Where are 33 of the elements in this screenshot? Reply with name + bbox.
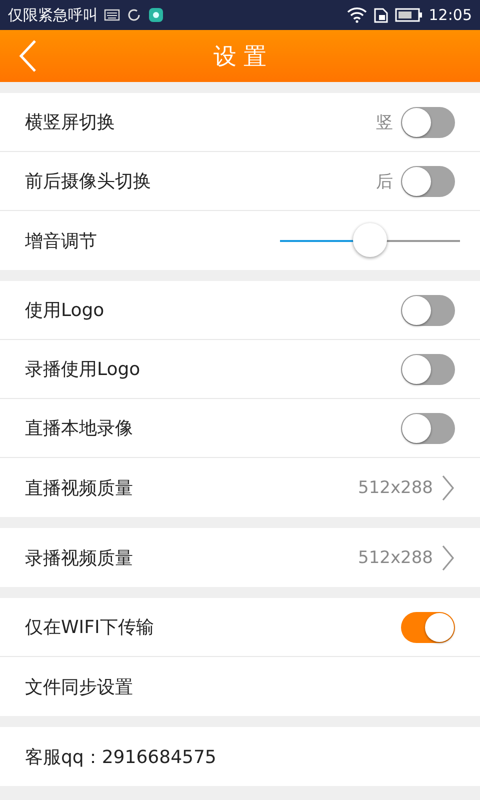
setting-label: 前后摄像头切换 <box>25 170 152 193</box>
toggle-switch[interactable] <box>401 354 455 384</box>
sim-card-icon <box>372 7 389 23</box>
sync-icon <box>126 7 142 23</box>
setting-label[interactable]: 文件同步设置 <box>25 674 455 698</box>
volume-slider[interactable] <box>280 222 460 258</box>
setting-label: 仅在WIFI下传输 <box>25 616 155 639</box>
chevron-icon <box>441 544 455 570</box>
setting-label: 直播视频质量 <box>25 476 134 500</box>
page-title: 设 置 <box>213 44 267 70</box>
toggle-switch[interactable] <box>401 294 455 326</box>
setting-label: 增音调节 <box>25 230 98 252</box>
carrier-text: 仅限紧急呼叫 <box>8 6 98 24</box>
toggle-value: 竖 <box>376 112 393 134</box>
setting-label: 直播本地录像 <box>25 417 134 440</box>
back-icon[interactable] <box>18 39 38 73</box>
toggle-value: 后 <box>376 170 393 192</box>
toggle-switch[interactable] <box>401 412 455 444</box>
keyboard-icon <box>104 9 120 21</box>
toggle-switch[interactable] <box>401 106 455 138</box>
toggle-switch[interactable] <box>401 612 455 642</box>
toggle-switch[interactable] <box>401 166 455 196</box>
setting-value: 512x288 <box>358 478 433 498</box>
setting-label: 录播视频质量 <box>25 546 134 570</box>
clock-text: 12:05 <box>428 6 472 24</box>
chevron-icon <box>441 474 455 500</box>
setting-label: 录播使用Logo <box>25 358 142 381</box>
wifi-icon <box>346 7 367 23</box>
battery-icon <box>394 7 423 23</box>
setting-label: 横竖屏切换 <box>25 111 116 134</box>
app-icon <box>148 7 164 23</box>
setting-label: 使用Logo <box>25 299 106 322</box>
setting-value: 512x288 <box>358 548 433 568</box>
